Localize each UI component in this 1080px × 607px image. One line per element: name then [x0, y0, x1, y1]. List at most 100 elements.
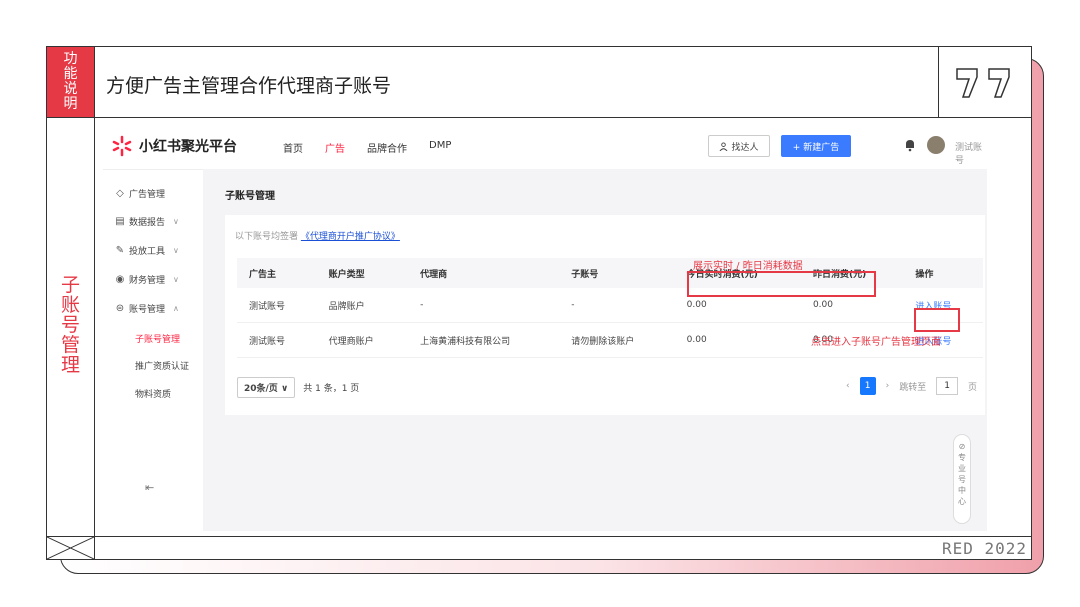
table-cell: 0.00 [674, 322, 801, 358]
right-tab-char: 中 [958, 486, 966, 495]
chevron-up-icon: ∧ [173, 304, 179, 313]
column-header: 操作 [903, 258, 983, 288]
sidebar-item-label: 投放工具 [129, 247, 166, 257]
footer-row: RED 2022 [94, 536, 1031, 559]
quote-box [938, 47, 1031, 117]
quote-icon [956, 68, 1010, 98]
page-size-value: 20条/页 [244, 384, 278, 394]
sidebar-item-finance[interactable]: ◉ 财务管理 ∨ [115, 273, 179, 286]
nav-item-home[interactable]: 首页 [283, 140, 303, 155]
main-nav: 首页 广告 品牌合作 DMP [283, 140, 451, 155]
user-icon [720, 141, 728, 151]
column-header: 子账号 [559, 258, 675, 288]
table-cell: 测试账号 [237, 288, 317, 323]
sidebar-subitem-material[interactable]: 物料资质 [135, 387, 171, 400]
nav-item-brand[interactable]: 品牌合作 [367, 140, 407, 155]
annotation-enter: 点击进入子账号广告管理页面 [811, 337, 941, 348]
chevron-down-icon: ∨ [173, 217, 179, 226]
goto-suffix: 页 [967, 382, 977, 393]
right-tab-char: 业 [958, 464, 966, 473]
chevron-down-icon: ∨ [280, 384, 289, 394]
pager-right: ‹ 1 › 跳转至 1 页 [846, 377, 977, 395]
table-cell: 测试账号 [237, 322, 317, 358]
top-navbar: 小红书聚光平台 首页 广告 品牌合作 DMP 找达人 + 新建广告 测试账号 [103, 123, 987, 170]
sidebar-item-label: 财务管理 [129, 276, 166, 286]
feature-tag-char: 功 [63, 51, 78, 67]
page-title: 方便广告主管理合作代理商子账号 [106, 75, 392, 97]
nav-item-ads[interactable]: 广告 [325, 140, 345, 155]
side-title-char: 号 [60, 314, 80, 336]
account-icon: ⊜ [115, 303, 125, 314]
chevron-down-icon: ∨ [173, 275, 179, 284]
sidebar-item-label: 账号管理 [129, 305, 166, 315]
right-tab-char: 号 [958, 475, 966, 484]
sidebar-subitem-sub-accounts[interactable]: 子账号管理 [135, 332, 180, 345]
column-header: 广告主 [237, 258, 317, 288]
side-title-char: 理 [60, 354, 80, 376]
main-content: 子账号管理 以下账号均签署 《代理商开户推广协议》 广告主 账户类型 代理商 子… [203, 169, 987, 531]
logo[interactable]: 小红书聚光平台 [111, 135, 237, 157]
sidebar-item-tools[interactable]: ✎ 投放工具 ∨ [115, 244, 179, 257]
logo-text: 小红书聚光平台 [139, 139, 237, 155]
table-cell: - [408, 288, 560, 323]
left-column: 功 能 说 明 子 账 号 管 理 [47, 47, 95, 559]
feature-tag-char: 能 [63, 66, 78, 82]
sub-account-card: 以下账号均签署 《代理商开户推广协议》 广告主 账户类型 代理商 子账号 今日实… [225, 215, 985, 415]
feature-tag: 功 能 说 明 [47, 47, 94, 118]
goto-label: 跳转至 [899, 382, 927, 393]
tag-icon: ◇ [116, 188, 124, 199]
table-cell: 品牌账户 [316, 288, 409, 323]
find-creator-label: 找达人 [731, 142, 759, 153]
side-title: 子 账 号 管 理 [47, 275, 94, 375]
brand-mark: RED 2022 [941, 539, 1027, 558]
app-screenshot: 小红书聚光平台 首页 广告 品牌合作 DMP 找达人 + 新建广告 测试账号 ◇… [103, 123, 987, 531]
header-row: 方便广告主管理合作代理商子账号 [94, 47, 1031, 118]
finance-icon: ◉ [115, 274, 125, 285]
right-tab-char: 心 [958, 497, 966, 506]
page-number-current[interactable]: 1 [859, 377, 876, 395]
total-count: 共 1 条，1 页 [303, 384, 360, 394]
content-title: 子账号管理 [225, 191, 275, 202]
table-cell: - [559, 288, 675, 323]
new-ad-button[interactable]: + 新建广告 [781, 135, 851, 157]
table-cell: 请勿删除该账户 [559, 322, 675, 358]
sidebar-item-ads[interactable]: ◇ 广告管理 [115, 187, 165, 200]
slide-frame: 功 能 说 明 子 账 号 管 理 方便广告主管理合作代理商子账号 RED 20… [46, 46, 1032, 560]
pager-left: 20条/页 ∨ 共 1 条，1 页 [237, 377, 359, 398]
nav-item-dmp[interactable]: DMP [429, 140, 451, 155]
sidebar-item-label: 广告管理 [129, 190, 166, 200]
prev-page-icon[interactable]: ‹ [846, 381, 850, 391]
side-title-char: 管 [60, 334, 80, 356]
annotation-consumption: 展示实时 / 昨日消耗数据 [693, 261, 803, 272]
annotation-box-consumption [687, 271, 876, 297]
account-name[interactable]: 测试账号 [955, 140, 987, 166]
side-title-char: 子 [60, 274, 80, 296]
find-creator-button[interactable]: 找达人 [708, 135, 770, 157]
sidebar: ◇ 广告管理 ▤ 数据报告 ∨ ✎ 投放工具 ∨ ◉ 财务管理 ∨ ⊜ 账号管理 [103, 169, 203, 531]
goto-page-input[interactable]: 1 [936, 377, 958, 395]
agreement-notice: 以下账号均签署 《代理商开户推广协议》 [235, 229, 400, 242]
feature-tag-char: 说 [63, 81, 78, 97]
x-mark-icon [47, 536, 94, 559]
avatar[interactable] [927, 136, 945, 154]
spark-logo-icon [112, 135, 132, 157]
sidebar-item-accounts[interactable]: ⊜ 账号管理 ∧ [115, 302, 179, 315]
column-header: 账户类型 [316, 258, 409, 288]
next-page-icon[interactable]: › [886, 381, 890, 391]
annotation-box-enter [914, 308, 960, 332]
agreement-link[interactable]: 《代理商开户推广协议》 [301, 232, 400, 242]
column-header: 代理商 [408, 258, 560, 288]
collapse-sidebar-icon[interactable]: ⇤ [145, 481, 154, 494]
compass-icon: ⊘ [958, 442, 966, 451]
notice-prefix: 以下账号均签署 [235, 232, 299, 242]
table-cell: 代理商账户 [316, 322, 409, 358]
table-cell: 上海黄浦科技有限公司 [408, 322, 560, 358]
chevron-down-icon: ∨ [173, 246, 179, 255]
page-size-select[interactable]: 20条/页 ∨ [237, 377, 296, 398]
sidebar-item-reports[interactable]: ▤ 数据报告 ∨ [115, 215, 179, 228]
right-tab-char: 专 [958, 453, 966, 462]
sidebar-subitem-qualification[interactable]: 推广资质认证 [135, 359, 189, 372]
pro-center-tab[interactable]: ⊘ 专 业 号 中 心 [953, 434, 971, 524]
tools-icon: ✎ [115, 245, 125, 256]
bell-icon[interactable] [903, 138, 917, 152]
